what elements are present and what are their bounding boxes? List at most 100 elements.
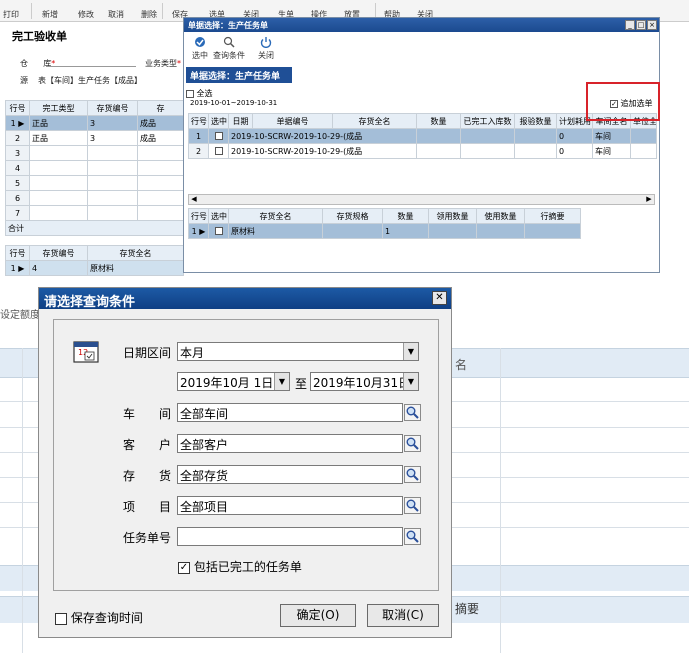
power-icon <box>260 37 272 48</box>
toolbar-new[interactable]: 新增 <box>42 9 58 20</box>
quota-label: 设定额度 <box>0 310 40 321</box>
customer-lookup-button[interactable] <box>404 435 421 452</box>
total-row: 合计 <box>5 220 184 236</box>
col-header: 已完工入库数 <box>460 113 515 129</box>
col-header: 存货编号 <box>29 245 88 261</box>
col-header: 领用数量 <box>428 208 477 224</box>
table-row[interactable]: 7 <box>5 205 184 221</box>
table-row[interactable]: 2 2019-10-SCRW-2019-10-29-(成品 0 车间 <box>188 143 657 159</box>
source-value: 表【车间】生产任务【成品】 <box>38 76 142 85</box>
col-header: 存货全名 <box>332 113 417 129</box>
workshop-field[interactable]: 全部车间 <box>177 403 403 422</box>
table-row[interactable]: 3 <box>5 145 184 161</box>
checkbox-icon <box>55 612 67 625</box>
chevron-down-icon[interactable]: ▼ <box>274 373 289 390</box>
toolbar-print[interactable]: 打印 <box>3 9 19 20</box>
col-header: 存货全名 <box>87 245 184 261</box>
ok-button[interactable]: 确定(O) <box>280 604 356 627</box>
toolbar-delete[interactable]: 删除 <box>141 9 157 20</box>
col-header: 行号 <box>5 245 30 261</box>
dialog-title: 请选择查询条件 <box>44 295 136 310</box>
conditions-group: 12 日期区间 本月 ▼ 2019年10月 1日 ▼ 至 2019年10月31日… <box>53 319 439 591</box>
source-label: 源 <box>20 76 28 85</box>
from-date-picker[interactable]: 2019年10月 1日 ▼ <box>177 372 290 391</box>
chevron-down-icon[interactable]: ▼ <box>403 343 418 360</box>
scroll-right-icon[interactable]: ▶ <box>644 195 654 204</box>
maximize-icon[interactable]: □ <box>636 20 646 30</box>
inventory-label: 存 货 <box>123 469 172 483</box>
search-icon <box>406 406 419 419</box>
table-row[interactable]: 1 ▶ 原材料 1 <box>188 223 581 239</box>
customer-label: 客 户 <box>123 438 172 452</box>
checked-icon: ✓ <box>178 561 190 574</box>
window-titlebar[interactable]: 单据选择：生产任务单 <box>184 18 659 32</box>
highlight-box <box>586 82 660 121</box>
bg-col-summary: 摘要 <box>455 602 480 616</box>
scroll-left-icon[interactable]: ◀ <box>189 195 199 204</box>
horizontal-scrollbar[interactable]: ◀ ▶ <box>188 194 655 205</box>
col-header: 数量 <box>416 113 461 129</box>
search-icon <box>406 499 419 512</box>
col-header: 存货全名 <box>228 208 323 224</box>
workshop-label: 车 间 <box>123 407 172 421</box>
table-row[interactable]: 4 <box>5 160 184 176</box>
bg-detail-grid: 行号 完工类型 存货编号 存 1 ▶ 正品 3 成品 2 正品 3 成品 3 4 5 6 7… <box>5 100 184 236</box>
table-row[interactable]: 5 <box>5 175 184 191</box>
table-row[interactable]: 2 正品 3 成品 <box>5 130 184 146</box>
warehouse-field-line[interactable] <box>46 66 136 67</box>
close-button[interactable]: 关闭 <box>246 36 286 61</box>
close-icon[interactable]: × <box>647 20 657 30</box>
to-date-picker[interactable]: 2019年10月31日 ▼ <box>310 372 419 391</box>
query-conditions-button[interactable]: 查询条件 <box>209 36 249 61</box>
cancel-button[interactable]: 取消(C) <box>367 604 439 627</box>
task-no-field[interactable] <box>177 527 403 546</box>
project-lookup-button[interactable] <box>404 497 421 514</box>
minimize-icon[interactable]: _ <box>625 20 635 30</box>
toolbar-cancel[interactable]: 取消 <box>108 9 124 20</box>
checkbox-icon <box>186 89 194 98</box>
toolbar-edit[interactable]: 修改 <box>78 9 94 20</box>
inventory-lookup-button[interactable] <box>404 466 421 483</box>
col-header: 完工类型 <box>29 100 88 116</box>
col-header: 选中 <box>208 113 229 129</box>
inventory-field[interactable]: 全部存货 <box>177 465 403 484</box>
col-header: 选中 <box>208 208 229 224</box>
search-icon <box>406 530 419 543</box>
dialog-titlebar[interactable]: 请选择查询条件 <box>39 288 451 310</box>
table-row[interactable]: 6 <box>5 190 184 206</box>
col-header: 报验数量 <box>514 113 557 129</box>
customer-field[interactable]: 全部客户 <box>177 434 403 453</box>
col-header: 数量 <box>382 208 429 224</box>
query-dialog: 请选择查询条件 ✕ 12 日期区间 本月 ▼ 2019年10月 1日 ▼ 至 2… <box>38 287 452 638</box>
col-header: 日期 <box>228 113 253 129</box>
col-header: 单据编号 <box>252 113 333 129</box>
table-row[interactable]: 1 ▶ 4 原材料 <box>5 260 184 276</box>
bg-material-grid: 行号 存货编号 存货全名 1 ▶ 4 原材料 <box>5 245 184 276</box>
close-icon[interactable]: ✕ <box>432 291 447 305</box>
col-header: 行号 <box>188 208 209 224</box>
search-icon <box>406 468 419 481</box>
chevron-down-icon[interactable]: ▼ <box>403 373 418 390</box>
col-header: 行号 <box>188 113 209 129</box>
save-query-time-checkbox[interactable]: 保存查询时间 <box>55 609 143 626</box>
table-row[interactable]: 1 2019-10-SCRW-2019-10-29-(成品 0 车间 <box>188 128 657 144</box>
select-all-checkbox[interactable]: 全选 <box>186 88 213 99</box>
col-header: 存 <box>137 100 184 116</box>
col-header: 存货编号 <box>87 100 138 116</box>
task-no-lookup-button[interactable] <box>404 528 421 545</box>
workshop-lookup-button[interactable] <box>404 404 421 421</box>
row-checkbox[interactable] <box>214 132 223 140</box>
col-header: 行号 <box>5 100 30 116</box>
search-icon <box>223 36 235 48</box>
table-row[interactable]: 1 ▶ 正品 3 成品 <box>5 115 184 131</box>
date-range-text: 2019-10-01~2019-10-31 <box>190 99 278 107</box>
include-done-checkbox[interactable]: ✓ 包括已完工的任务单 <box>178 558 302 575</box>
row-checkbox[interactable] <box>214 227 223 235</box>
col-header: 存货规格 <box>322 208 383 224</box>
row-checkbox[interactable] <box>214 147 223 155</box>
project-field[interactable]: 全部项目 <box>177 496 403 515</box>
biz-type-label: 业务类型* <box>145 59 181 68</box>
date-range-label: 日期区间 <box>123 346 172 360</box>
bill-detail-grid: 行号 选中 存货全名 存货规格 数量 领用数量 使用数量 行摘要 1 ▶ 原材料… <box>188 208 581 239</box>
date-range-select[interactable]: 本月 ▼ <box>177 342 419 361</box>
